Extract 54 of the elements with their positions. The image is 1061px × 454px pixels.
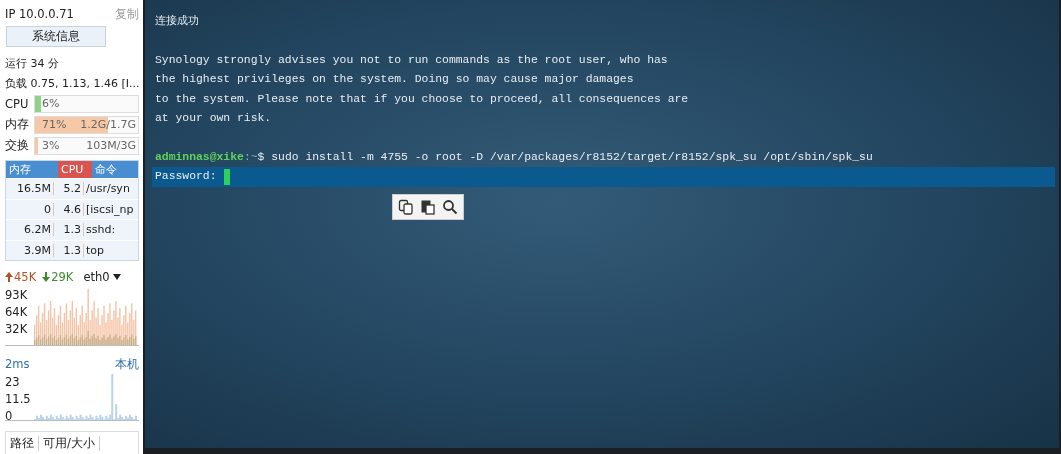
password-prompt: Password:: [155, 169, 217, 185]
table-cell-text: /usr/syn: [85, 182, 131, 196]
meter-label: 交换: [5, 138, 30, 153]
system-info-button[interactable]: 系统信息: [6, 26, 106, 47]
axis-tick: 11.5: [5, 391, 31, 408]
table-cell-text: sshd:: [85, 223, 117, 237]
download-rate: 29K: [42, 270, 74, 284]
meter-label: CPU: [5, 96, 30, 111]
copy-icon[interactable]: [398, 199, 414, 215]
table-cell: 3.9M: [6, 243, 54, 257]
table-cell: 1.3: [54, 223, 84, 237]
axis-tick: 32K: [5, 321, 28, 338]
prompt-path: :~: [243, 149, 258, 165]
column-header[interactable]: CPU: [58, 161, 92, 178]
paste-icon[interactable]: [420, 199, 436, 215]
table-cell: 4.6: [54, 202, 84, 216]
axis-tick: 64K: [5, 304, 28, 321]
uptime-text: 运行 34 分: [5, 55, 59, 71]
upload-rate: 45K: [5, 270, 37, 284]
up-arrow-icon: [5, 272, 13, 282]
table-cell: 6.2M: [6, 223, 54, 237]
search-icon[interactable]: [442, 199, 458, 215]
latency-reading: 2ms: [5, 357, 30, 371]
load-text: 负载 0.75, 1.13, 1.46 [I...: [5, 75, 140, 91]
cursor: [223, 168, 230, 185]
host-label: 本机: [115, 356, 139, 372]
table-cell: 16.5M: [6, 182, 54, 196]
table-cell: 5.2: [54, 182, 84, 196]
command-text: $ sudo install -m 4755 -o root -D /var/packages/r8152/target/r8152/spk_su /opt/sbin/spk_su: [257, 149, 873, 165]
prompt-user: adminnas@xike: [155, 149, 244, 165]
meter-reading: 6%: [42, 97, 60, 110]
interface-dropdown[interactable]: eth0: [83, 270, 121, 284]
down-arrow-icon: [42, 272, 51, 282]
table-cell-text: top: [85, 243, 106, 257]
meter-label: 内存: [5, 117, 30, 132]
terminal-line: the highest privileges on the system. Doing so may cause major damages: [155, 72, 634, 88]
axis-tick: 23: [5, 374, 21, 391]
axis-tick: 0: [5, 408, 14, 420]
terminal-line: to the system. Please note that if you choose to proceed, all consequences are: [155, 91, 689, 107]
meter-reading: 3%: [42, 139, 60, 152]
meter-amount: 103M/3G: [86, 139, 136, 152]
meter-reading: 71%: [42, 118, 67, 131]
terminal-line: at your own risk.: [155, 110, 272, 126]
column-header[interactable]: 可用/大小: [39, 435, 100, 451]
terminal-line: 连接成功: [155, 14, 199, 29]
caret-icon: [112, 274, 121, 280]
table-cell-text: [iscsi_np: [85, 202, 135, 216]
axis-tick: 93K: [5, 287, 28, 304]
table-cell: 0: [6, 202, 54, 216]
terminal-line: Synology strongly advises you not to run commands as the root user, who has: [155, 52, 668, 68]
meter-amount: 1.2G/1.7G: [80, 118, 136, 131]
ip-address: IP 10.0.0.71: [5, 7, 74, 21]
table-cell: 1.3: [54, 243, 84, 257]
column-header[interactable]: 路径: [6, 435, 39, 451]
